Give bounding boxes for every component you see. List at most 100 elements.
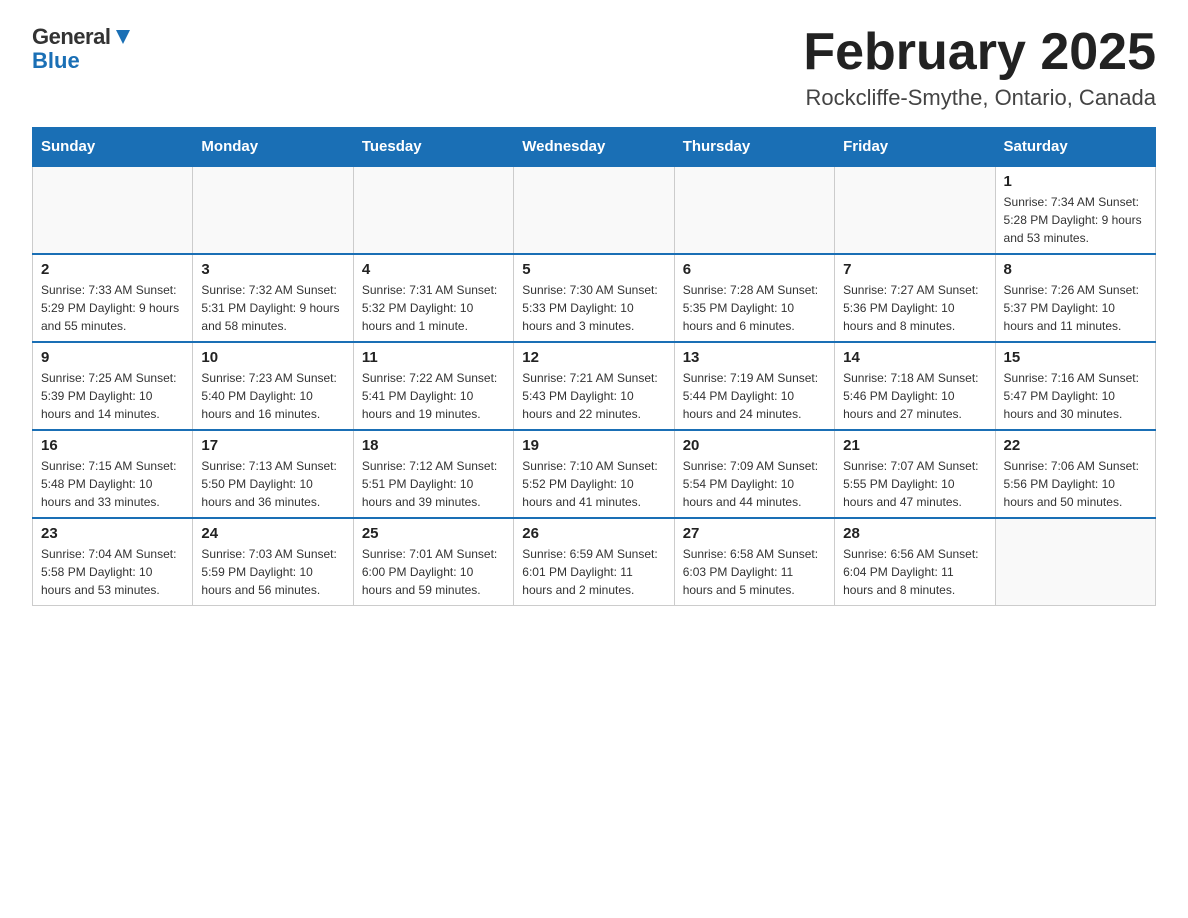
- day-info: Sunrise: 7:12 AM Sunset: 5:51 PM Dayligh…: [362, 457, 505, 511]
- day-number: 7: [843, 261, 986, 278]
- calendar-cell: [514, 166, 674, 254]
- day-number: 18: [362, 437, 505, 454]
- logo-triangle-icon: [112, 26, 134, 48]
- day-info: Sunrise: 7:19 AM Sunset: 5:44 PM Dayligh…: [683, 369, 826, 423]
- day-number: 3: [201, 261, 344, 278]
- calendar-cell: 3 Sunrise: 7:32 AM Sunset: 5:31 PM Daylig…: [193, 254, 353, 342]
- calendar-cell: 9 Sunrise: 7:25 AM Sunset: 5:39 PM Daylig…: [33, 342, 193, 430]
- weekday-header-monday: Monday: [193, 128, 353, 167]
- calendar-cell: 12 Sunrise: 7:21 AM Sunset: 5:43 PM Dayli…: [514, 342, 674, 430]
- day-number: 11: [362, 349, 505, 366]
- day-info: Sunrise: 7:31 AM Sunset: 5:32 PM Dayligh…: [362, 281, 505, 335]
- calendar-cell: 23Sunrise: 7:04 AM Sunset: 5:58 PM Dayli…: [33, 518, 193, 606]
- calendar-cell: 28 Sunrise: 6:56 AM Sunset: 6:04 PM Dayli…: [835, 518, 995, 606]
- calendar-cell: 17 Sunrise: 7:13 AM Sunset: 5:50 PM Dayli…: [193, 430, 353, 518]
- calendar-cell: 5Sunrise: 7:30 AM Sunset: 5:33 PM Daylig…: [514, 254, 674, 342]
- day-number: 10: [201, 349, 344, 366]
- calendar-cell: 8 Sunrise: 7:26 AM Sunset: 5:37 PM Daylig…: [995, 254, 1155, 342]
- calendar-cell: 13 Sunrise: 7:19 AM Sunset: 5:44 PM Dayli…: [674, 342, 834, 430]
- calendar-cell: [193, 166, 353, 254]
- day-info: Sunrise: 7:07 AM Sunset: 5:55 PM Dayligh…: [843, 457, 986, 511]
- weekday-header-saturday: Saturday: [995, 128, 1155, 167]
- month-title: February 2025: [803, 24, 1156, 81]
- calendar-cell: 27Sunrise: 6:58 AM Sunset: 6:03 PM Dayli…: [674, 518, 834, 606]
- calendar-body: 1 Sunrise: 7:34 AM Sunset: 5:28 PM Daylig…: [33, 166, 1156, 606]
- day-info: Sunrise: 7:22 AM Sunset: 5:41 PM Dayligh…: [362, 369, 505, 423]
- day-number: 6: [683, 261, 826, 278]
- calendar-table: SundayMondayTuesdayWednesdayThursdayFrid…: [32, 127, 1156, 606]
- calendar-cell: 1 Sunrise: 7:34 AM Sunset: 5:28 PM Daylig…: [995, 166, 1155, 254]
- calendar-cell: 10 Sunrise: 7:23 AM Sunset: 5:40 PM Dayli…: [193, 342, 353, 430]
- day-info: Sunrise: 7:34 AM Sunset: 5:28 PM Dayligh…: [1004, 193, 1147, 247]
- weekday-header-tuesday: Tuesday: [353, 128, 513, 167]
- day-number: 23: [41, 525, 184, 542]
- day-number: 8: [1004, 261, 1147, 278]
- day-number: 27: [683, 525, 826, 542]
- calendar-cell: [33, 166, 193, 254]
- day-number: 14: [843, 349, 986, 366]
- logo-general-text: General: [32, 24, 110, 50]
- calendar-cell: [835, 166, 995, 254]
- logo-blue-text: Blue: [32, 48, 80, 74]
- day-number: 25: [362, 525, 505, 542]
- logo: General Blue: [32, 24, 134, 74]
- calendar-week-row: 1 Sunrise: 7:34 AM Sunset: 5:28 PM Daylig…: [33, 166, 1156, 254]
- day-number: 4: [362, 261, 505, 278]
- day-number: 20: [683, 437, 826, 454]
- day-info: Sunrise: 7:16 AM Sunset: 5:47 PM Dayligh…: [1004, 369, 1147, 423]
- calendar-week-row: 9 Sunrise: 7:25 AM Sunset: 5:39 PM Daylig…: [33, 342, 1156, 430]
- day-number: 9: [41, 349, 184, 366]
- calendar-cell: 15 Sunrise: 7:16 AM Sunset: 5:47 PM Dayli…: [995, 342, 1155, 430]
- calendar-cell: 25Sunrise: 7:01 AM Sunset: 6:00 PM Dayli…: [353, 518, 513, 606]
- day-number: 2: [41, 261, 184, 278]
- calendar-cell: 26Sunrise: 6:59 AM Sunset: 6:01 PM Dayli…: [514, 518, 674, 606]
- page-header: General Blue February 2025 Rockcliffe-Sm…: [32, 24, 1156, 111]
- day-info: Sunrise: 7:03 AM Sunset: 5:59 PM Dayligh…: [201, 545, 344, 599]
- calendar-cell: 11 Sunrise: 7:22 AM Sunset: 5:41 PM Dayli…: [353, 342, 513, 430]
- day-info: Sunrise: 7:06 AM Sunset: 5:56 PM Dayligh…: [1004, 457, 1147, 511]
- day-info: Sunrise: 7:23 AM Sunset: 5:40 PM Dayligh…: [201, 369, 344, 423]
- calendar-cell: 18 Sunrise: 7:12 AM Sunset: 5:51 PM Dayli…: [353, 430, 513, 518]
- calendar-week-row: 23Sunrise: 7:04 AM Sunset: 5:58 PM Dayli…: [33, 518, 1156, 606]
- day-info: Sunrise: 7:13 AM Sunset: 5:50 PM Dayligh…: [201, 457, 344, 511]
- calendar-cell: 6Sunrise: 7:28 AM Sunset: 5:35 PM Daylig…: [674, 254, 834, 342]
- title-block: February 2025 Rockcliffe-Smythe, Ontario…: [803, 24, 1156, 111]
- day-number: 12: [522, 349, 665, 366]
- day-number: 28: [843, 525, 986, 542]
- day-number: 19: [522, 437, 665, 454]
- calendar-cell: 24Sunrise: 7:03 AM Sunset: 5:59 PM Dayli…: [193, 518, 353, 606]
- calendar-cell: 7 Sunrise: 7:27 AM Sunset: 5:36 PM Daylig…: [835, 254, 995, 342]
- day-info: Sunrise: 6:56 AM Sunset: 6:04 PM Dayligh…: [843, 545, 986, 599]
- day-number: 13: [683, 349, 826, 366]
- calendar-cell: 2Sunrise: 7:33 AM Sunset: 5:29 PM Daylig…: [33, 254, 193, 342]
- day-number: 1: [1004, 173, 1147, 190]
- day-number: 17: [201, 437, 344, 454]
- day-number: 16: [41, 437, 184, 454]
- calendar-cell: 14Sunrise: 7:18 AM Sunset: 5:46 PM Dayli…: [835, 342, 995, 430]
- day-info: Sunrise: 7:15 AM Sunset: 5:48 PM Dayligh…: [41, 457, 184, 511]
- day-info: Sunrise: 7:25 AM Sunset: 5:39 PM Dayligh…: [41, 369, 184, 423]
- day-info: Sunrise: 7:30 AM Sunset: 5:33 PM Dayligh…: [522, 281, 665, 335]
- calendar-cell: 16 Sunrise: 7:15 AM Sunset: 5:48 PM Dayli…: [33, 430, 193, 518]
- calendar-cell: [674, 166, 834, 254]
- calendar-cell: 22 Sunrise: 7:06 AM Sunset: 5:56 PM Dayli…: [995, 430, 1155, 518]
- day-number: 21: [843, 437, 986, 454]
- calendar-week-row: 16 Sunrise: 7:15 AM Sunset: 5:48 PM Dayli…: [33, 430, 1156, 518]
- location-title: Rockcliffe-Smythe, Ontario, Canada: [803, 85, 1156, 111]
- calendar-cell: [995, 518, 1155, 606]
- day-number: 22: [1004, 437, 1147, 454]
- calendar-header: SundayMondayTuesdayWednesdayThursdayFrid…: [33, 128, 1156, 167]
- day-info: Sunrise: 7:32 AM Sunset: 5:31 PM Dayligh…: [201, 281, 344, 335]
- calendar-week-row: 2Sunrise: 7:33 AM Sunset: 5:29 PM Daylig…: [33, 254, 1156, 342]
- calendar-cell: 4 Sunrise: 7:31 AM Sunset: 5:32 PM Daylig…: [353, 254, 513, 342]
- weekday-header-friday: Friday: [835, 128, 995, 167]
- day-info: Sunrise: 7:26 AM Sunset: 5:37 PM Dayligh…: [1004, 281, 1147, 335]
- day-info: Sunrise: 7:10 AM Sunset: 5:52 PM Dayligh…: [522, 457, 665, 511]
- day-info: Sunrise: 7:21 AM Sunset: 5:43 PM Dayligh…: [522, 369, 665, 423]
- day-info: Sunrise: 7:27 AM Sunset: 5:36 PM Dayligh…: [843, 281, 986, 335]
- day-number: 26: [522, 525, 665, 542]
- weekday-header-thursday: Thursday: [674, 128, 834, 167]
- weekday-header-sunday: Sunday: [33, 128, 193, 167]
- day-number: 15: [1004, 349, 1147, 366]
- calendar-cell: 19 Sunrise: 7:10 AM Sunset: 5:52 PM Dayli…: [514, 430, 674, 518]
